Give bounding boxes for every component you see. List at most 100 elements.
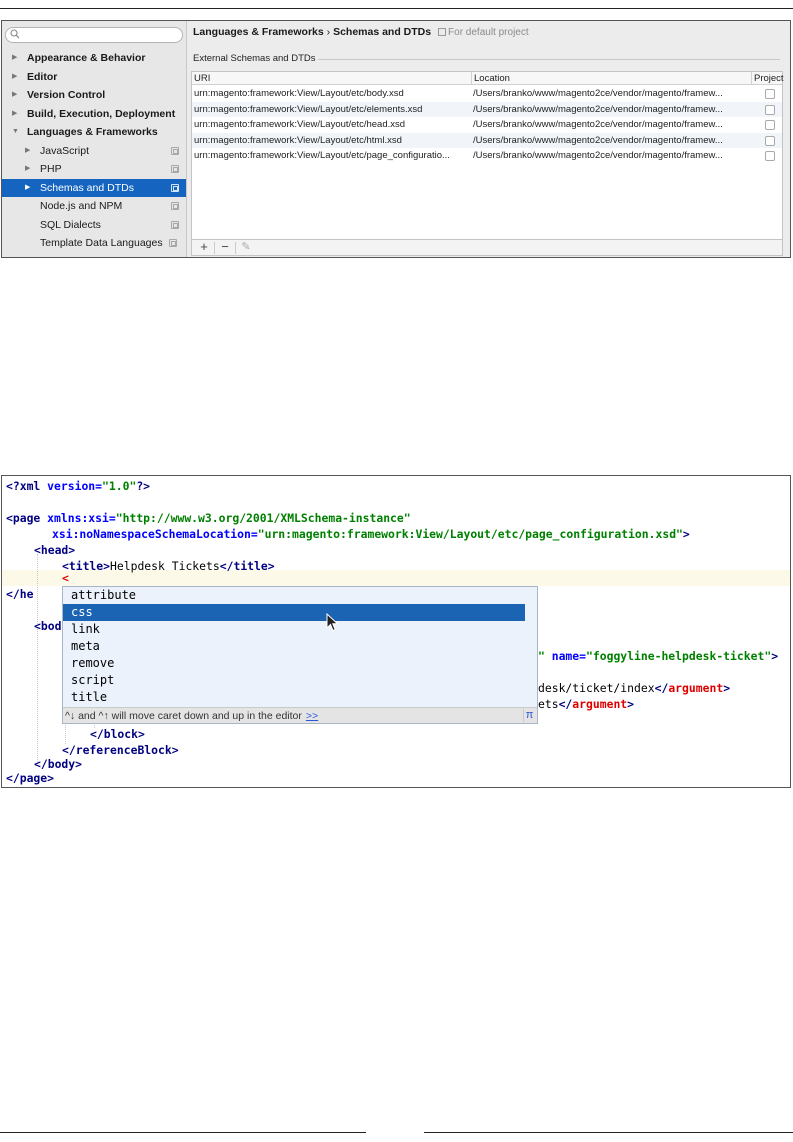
sidebar-item-languages-frameworks[interactable]: ▼ Languages & Frameworks: [2, 123, 186, 141]
code-line-14: ets</argument>: [538, 696, 634, 712]
sidebar-item-sql-dialects[interactable]: SQL Dialects: [2, 216, 186, 234]
project-checkbox[interactable]: [765, 89, 775, 99]
sidebar-item-javascript[interactable]: ▶ JavaScript: [2, 142, 186, 160]
code-line-15: </block>: [90, 726, 145, 742]
xml-tag: block: [103, 727, 139, 741]
xml-attr: xsi:noNamespaceSchemaLocation: [52, 527, 251, 541]
xml-punct: <: [34, 619, 41, 633]
completion-item[interactable]: title: [63, 689, 525, 706]
xml-punct: </: [6, 587, 20, 601]
settings-sidebar: ▶ Appearance & Behavior ▶ Editor ▶ Versi…: [2, 21, 187, 257]
completion-scrollbar[interactable]: [525, 587, 537, 707]
sidebar-item-template-data-languages[interactable]: Template Data Languages: [2, 234, 186, 252]
xml-punct: </: [6, 771, 20, 785]
xml-punct: >: [627, 697, 635, 711]
completion-item[interactable]: script: [63, 672, 525, 689]
project-checkbox[interactable]: [765, 151, 775, 161]
xml-punct: >: [68, 543, 76, 557]
sidebar-item-schemas-and-dtds[interactable]: ▶ Schemas and DTDs: [2, 178, 186, 197]
sidebar-item-label: Node.js and NPM: [40, 200, 123, 212]
completion-item[interactable]: attribute: [63, 587, 525, 604]
completion-more-link[interactable]: >>: [306, 710, 318, 722]
column-header-location[interactable]: Location: [474, 72, 510, 85]
project-checkbox[interactable]: [765, 104, 775, 115]
document-page: ▶ Appearance & Behavior ▶ Editor ▶ Versi…: [0, 0, 793, 1142]
remove-button[interactable]: −: [215, 239, 235, 255]
code-line-10: <bod: [34, 618, 61, 634]
project-level-icon: [171, 165, 179, 173]
code-line-6: <title>Helpdesk Tickets</title>: [62, 558, 275, 574]
code-editor[interactable]: <?xml version="1.0"?> <page xmlns:xsi="h…: [1, 475, 791, 788]
project-level-icon: [171, 183, 179, 192]
sidebar-item-build-execution-deployment[interactable]: ▶ Build, Execution, Deployment: [2, 105, 186, 123]
sidebar-item-label: Editor: [27, 70, 58, 83]
table-row[interactable]: urn:magento:framework:View/Layout/etc/bo…: [192, 86, 782, 102]
project-checkbox[interactable]: [765, 120, 775, 130]
expand-arrow-icon: ▶: [25, 146, 31, 154]
sidebar-item-label: Build, Execution, Deployment: [27, 107, 176, 120]
completion-item[interactable]: meta: [63, 638, 525, 655]
table-row[interactable]: urn:magento:framework:View/Layout/etc/pa…: [192, 148, 782, 164]
sidebar-item-label: JavaScript: [40, 144, 90, 157]
xml-punct: >: [75, 757, 83, 771]
sidebar-item-label: SQL Dialects: [40, 218, 101, 231]
sidebar-item-appearance-behavior[interactable]: ▶ Appearance & Behavior: [2, 49, 186, 67]
sidebar-item-editor[interactable]: ▶ Editor: [2, 68, 186, 86]
breadcrumb-separator: ›: [326, 26, 331, 38]
table-row[interactable]: urn:magento:framework:View/Layout/etc/ht…: [192, 132, 782, 148]
code-line-8: </he: [6, 586, 33, 602]
xml-value: "urn:magento:framework:View/Layout/etc/p…: [257, 527, 683, 541]
edit-button[interactable]: ✎: [236, 239, 256, 255]
completion-item[interactable]: remove: [63, 655, 525, 672]
xml-punct: >: [138, 727, 145, 741]
table-row[interactable]: urn:magento:framework:View/Layout/etc/he…: [192, 117, 782, 133]
xml-punct: </: [34, 757, 48, 771]
xml-punct-caret: <: [62, 571, 69, 585]
uri-cell: urn:magento:framework:View/Layout/etc/ht…: [194, 134, 402, 146]
column-header-project[interactable]: Project: [754, 72, 784, 85]
indent-guide: [37, 554, 38, 764]
xml-punct: <: [34, 543, 41, 557]
xml-tag: body: [47, 757, 76, 771]
sidebar-item-nodejs-npm[interactable]: Node.js and NPM: [2, 197, 186, 215]
code-line-3: <page xmlns:xsi="http://www.w3.org/2001/…: [6, 510, 411, 526]
bottom-rule-left: [0, 1132, 366, 1133]
xml-punct: =: [250, 527, 258, 541]
uri-cell: urn:magento:framework:View/Layout/etc/bo…: [194, 88, 404, 99]
code-line-4: xsi:noNamespaceSchemaLocation="urn:magen…: [52, 526, 690, 542]
completion-item[interactable]: link: [63, 621, 525, 638]
sidebar-item-label: Template Data Languages: [40, 237, 163, 249]
code-line-1: <?xml version="1.0"?>: [6, 478, 150, 494]
xml-tag: referenceBlock: [75, 743, 172, 757]
group-divider: [318, 59, 780, 60]
project-checkbox[interactable]: [765, 135, 775, 146]
xml-punct: >: [771, 649, 779, 663]
sidebar-item-label: Version Control: [27, 89, 106, 101]
sidebar-item-php[interactable]: ▶ PHP: [2, 160, 186, 178]
pi-icon[interactable]: π: [523, 709, 535, 722]
sidebar-item-label: PHP: [40, 163, 62, 175]
code-line-18: </page>: [6, 770, 54, 786]
xml-punct: =: [108, 511, 116, 525]
sidebar-item-version-control[interactable]: ▶ Version Control: [2, 86, 186, 104]
location-cell: /Users/branko/www/magento2ce/vendor/mage…: [473, 134, 723, 146]
xml-punct: <: [6, 511, 13, 525]
xml-punct: >: [103, 559, 111, 573]
xml-tag: page: [12, 511, 41, 525]
column-divider[interactable]: [471, 72, 472, 85]
xml-punct: <?: [6, 479, 20, 493]
column-header-uri[interactable]: URI: [194, 72, 210, 85]
completion-footer: ^↓ and ^↑ will move caret down and up in…: [63, 707, 537, 723]
completion-hint: ^↓ and ^↑ will move caret down and up in…: [65, 710, 302, 722]
xml-text: ets: [538, 697, 559, 711]
expand-arrow-icon: ▶: [25, 165, 31, 172]
bottom-rule-right: [424, 1132, 793, 1133]
location-cell: /Users/branko/www/magento2ce/vendor/mage…: [473, 88, 723, 99]
table-row[interactable]: urn:magento:framework:View/Layout/etc/el…: [192, 101, 782, 117]
completion-item-selected[interactable]: css: [63, 604, 525, 621]
add-button[interactable]: +: [194, 239, 214, 255]
settings-search-input[interactable]: [5, 27, 183, 43]
breadcrumb: Languages & Frameworks › Schemas and DTD…: [193, 26, 529, 38]
project-level-icon: [171, 146, 179, 155]
column-divider[interactable]: [751, 72, 752, 85]
